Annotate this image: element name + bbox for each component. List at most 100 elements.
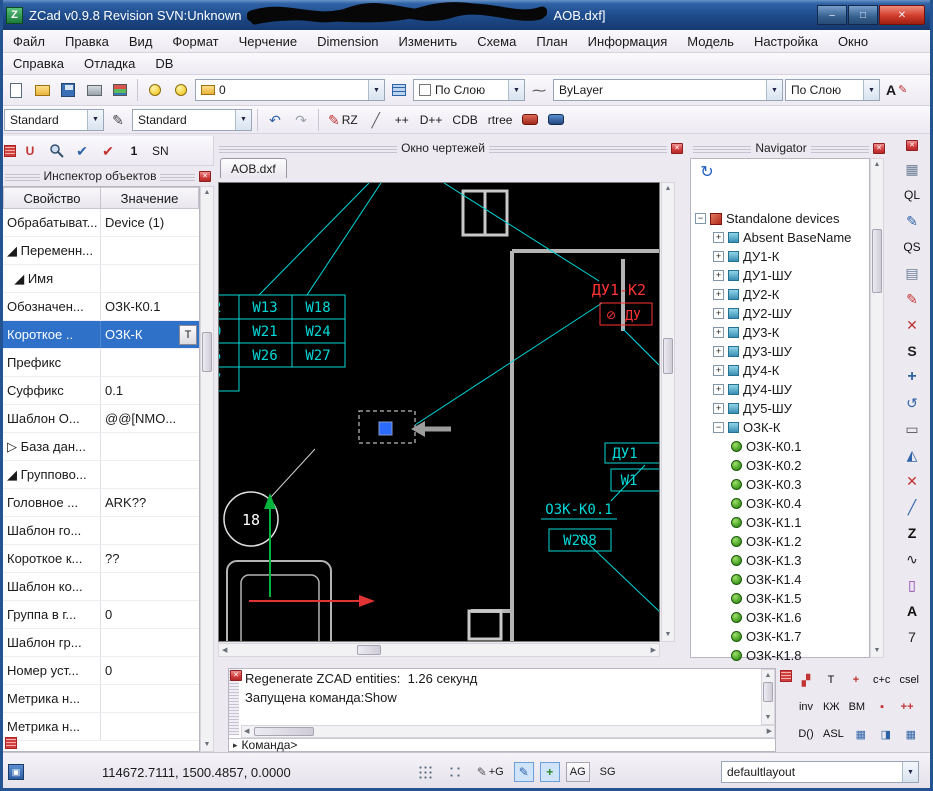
menu-item[interactable]: Окно	[829, 31, 877, 52]
rz-button[interactable]: ✎RZ	[324, 108, 362, 132]
view-blue-button[interactable]	[544, 108, 568, 132]
right-tool-button[interactable]: 7	[898, 624, 926, 650]
property-value[interactable]: 0	[101, 601, 199, 628]
tree-item-device[interactable]: ОЗК-К0.1	[695, 437, 867, 456]
expander-icon[interactable]: +	[713, 270, 724, 281]
grid-toggle-button[interactable]	[413, 762, 437, 782]
console-hscrollbar[interactable]: ◀ ▶	[241, 725, 775, 738]
tree-item-device[interactable]: ОЗК-К1.8	[695, 646, 867, 665]
layer-freeze-button[interactable]	[169, 78, 193, 102]
tree-item-device-group[interactable]: + ДУ2-ШУ	[695, 304, 867, 323]
snap-grid-button[interactable]	[443, 762, 467, 782]
tree-item-device-group[interactable]: + ДУ1-К	[695, 247, 867, 266]
inspector-row[interactable]: Префикс	[3, 349, 199, 377]
property-value[interactable]	[101, 713, 199, 740]
undo-button[interactable]: ↶	[263, 108, 287, 132]
snap-tool-button[interactable]: ▦	[849, 723, 873, 745]
menu-item[interactable]: Информация	[579, 31, 677, 52]
right-tool-button[interactable]: ✕	[898, 312, 926, 338]
property-value[interactable]: @@[NMO...	[101, 405, 199, 432]
snap-tool-button[interactable]: ◨	[874, 723, 898, 745]
expander-icon[interactable]: +	[713, 308, 724, 319]
property-name[interactable]: Метрика н...	[3, 685, 101, 712]
column-value[interactable]: Значение	[101, 187, 199, 209]
menu-item[interactable]: Справка	[4, 53, 73, 74]
property-name[interactable]: ◢ Имя	[3, 265, 101, 292]
right-tool-button[interactable]: ◭	[898, 442, 926, 468]
menu-item[interactable]: Изменить	[390, 31, 467, 52]
close-button[interactable]: ✕	[879, 5, 925, 25]
tree-item-device[interactable]: ОЗК-К1.7	[695, 627, 867, 646]
right-tool-button[interactable]: ↺	[898, 390, 926, 416]
sg-button[interactable]: SG	[596, 762, 620, 782]
tree-item-device[interactable]: ОЗК-К1.2	[695, 532, 867, 551]
panel-grip-icon[interactable]	[780, 670, 792, 682]
view-red-button[interactable]	[518, 108, 542, 132]
right-tool-button[interactable]: Z	[898, 520, 926, 546]
scroll-thumb[interactable]	[663, 338, 673, 374]
navigator-header[interactable]: Navigator ✕	[690, 140, 888, 156]
property-value[interactable]: Device (1)	[101, 209, 199, 236]
tree-item-device[interactable]: ОЗК-К0.3	[695, 475, 867, 494]
property-name[interactable]: ▷ База дан...	[3, 433, 101, 460]
tree-item-device[interactable]: ОЗК-К0.4	[695, 494, 867, 513]
property-value[interactable]	[101, 265, 199, 292]
property-value[interactable]: 0.1	[101, 377, 199, 404]
tree-item-device[interactable]: ОЗК-К1.6	[695, 608, 867, 627]
property-name[interactable]: Шаблон го...	[3, 517, 101, 544]
inspector-row[interactable]: Обрабатыват... Device (1)	[3, 209, 199, 237]
tree-item-ozk-group[interactable]: − ОЗК-К	[695, 418, 867, 437]
snap-tool-button[interactable]: ▦	[899, 723, 923, 745]
property-value[interactable]	[101, 629, 199, 656]
property-name[interactable]: Шаблон О...	[3, 405, 101, 432]
tree-item-device[interactable]: ОЗК-К1.5	[695, 589, 867, 608]
linetype-button[interactable]: ⁓	[527, 78, 551, 102]
close-panel-icon[interactable]: ✕	[906, 140, 918, 151]
right-tool-button[interactable]: ✎	[898, 286, 926, 312]
property-value[interactable]	[101, 349, 199, 376]
layer-table-button[interactable]	[387, 78, 411, 102]
layer-on-button[interactable]	[143, 78, 167, 102]
value-editor-button[interactable]: T	[179, 325, 197, 345]
scroll-thumb[interactable]	[254, 727, 314, 736]
maximize-button[interactable]: □	[848, 5, 878, 25]
drag-grip[interactable]	[5, 172, 40, 181]
inspector-row[interactable]: Короткое к... ??	[3, 545, 199, 573]
print-button[interactable]	[82, 78, 106, 102]
drawing-header[interactable]: Окно чертежей ✕	[216, 140, 686, 156]
line-button[interactable]: ╱	[364, 108, 388, 132]
tree-item-device[interactable]: ОЗК-К1.3	[695, 551, 867, 570]
property-name[interactable]: ◢ Переменн...	[3, 237, 101, 264]
inspector-scrollbar[interactable]: ▲ ▼	[200, 186, 214, 752]
linetype-combo[interactable]: ByLayer ▼	[553, 79, 783, 101]
snap-tool-button[interactable]: +	[844, 669, 868, 691]
tree-item-device[interactable]: ОЗК-К1.4	[695, 570, 867, 589]
property-value[interactable]	[101, 433, 199, 460]
property-value[interactable]: ОЗК-К0.1	[101, 293, 199, 320]
save-button[interactable]	[56, 78, 80, 102]
property-name[interactable]: ◢ Группово...	[3, 461, 101, 488]
menu-item[interactable]: Dimension	[308, 31, 387, 52]
snap-tool-button[interactable]: BM	[845, 696, 870, 718]
panel-grip-icon[interactable]	[5, 737, 17, 749]
right-tool-button[interactable]: ✎	[898, 208, 926, 234]
drag-grip[interactable]	[489, 144, 667, 153]
cdb-button[interactable]: CDB	[448, 108, 481, 132]
menu-item[interactable]: Отладка	[75, 53, 144, 74]
inspector-row[interactable]: Метрика н...	[3, 685, 199, 713]
ag-button[interactable]: AG	[566, 762, 590, 782]
close-panel-icon[interactable]: ✕	[671, 143, 683, 154]
chevron-down-icon[interactable]: ▼	[863, 80, 879, 100]
property-name[interactable]: Обрабатыват...	[3, 209, 101, 236]
ortho-button[interactable]: ✎+G	[473, 762, 508, 782]
inspector-row[interactable]: Обозначен... ОЗК-К0.1	[3, 293, 199, 321]
property-name[interactable]: Суффикс	[3, 377, 101, 404]
snap-tool-button[interactable]: csel	[895, 669, 923, 691]
snap-tool-button[interactable]: ++	[895, 696, 919, 718]
tree-item-device-group[interactable]: + ДУ3-ШУ	[695, 342, 867, 361]
tree-item-device-group[interactable]: + ДУ4-ШУ	[695, 380, 867, 399]
inspector-row[interactable]: Метрика н...	[3, 713, 199, 741]
scroll-thumb[interactable]	[763, 682, 773, 702]
right-tool-button[interactable]: ✕	[898, 468, 926, 494]
property-name[interactable]: Префикс	[3, 349, 101, 376]
